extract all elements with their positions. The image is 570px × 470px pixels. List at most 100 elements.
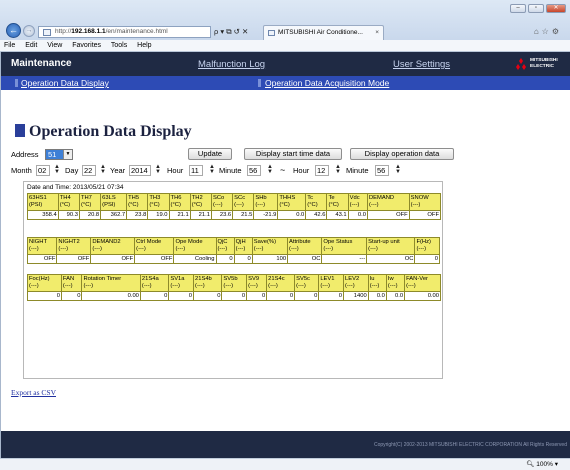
table-cell: 0.0 — [367, 291, 387, 301]
hour-label: Hour — [167, 166, 184, 175]
table-cell: 20.8 — [78, 210, 102, 220]
update-button[interactable]: Update — [188, 148, 232, 160]
malfunction-log-link[interactable]: Malfunction Log — [198, 59, 265, 70]
table-row: 0 0 0.00 0 0 0 0 0 0 0 0 1400 0.0 0.0 0.00 — [27, 291, 441, 301]
menu-edit[interactable]: Edit — [25, 42, 37, 49]
column-header-unit: (---) — [323, 246, 334, 252]
page-title: Operation Data Display — [15, 123, 192, 141]
star-icon[interactable]: ☆ — [542, 27, 552, 36]
gear-icon[interactable]: ⚙ — [552, 27, 562, 36]
display-operation-button[interactable]: Display operation data — [350, 148, 454, 160]
column-header: TH6 (°C) — [168, 193, 191, 211]
logo-text: MITSUBISHI ELECTRIC — [530, 58, 558, 69]
status-bar: 🔍︎ 100% ▾ — [0, 458, 570, 470]
column-header-label: SHb — [255, 195, 267, 201]
column-header-unit: (°C) — [279, 202, 290, 208]
table-cell: 0.0 — [347, 210, 368, 220]
hour-spinner-icon[interactable]: ▲ ▼ — [207, 164, 217, 176]
minute-spinner-icon[interactable]: ▲ ▼ — [265, 164, 275, 176]
title-square-icon — [15, 124, 25, 137]
column-header: Rotation Timer (---) — [81, 274, 141, 292]
forward-icon[interactable]: → — [23, 25, 35, 37]
column-header: SV9 (---) — [246, 274, 268, 292]
operation-table-1: 63HS1 (PSI) TH4 (°C) TH7 (°C) 63LS (PSI) TH5 (°C)… — [27, 193, 442, 220]
column-header-unit: (°C) — [149, 202, 160, 208]
column-header: DEMAND2 (---) — [90, 237, 136, 255]
browser-toolbar-icons: ⌂☆⚙ — [534, 27, 562, 36]
app-footer: Copyright(C) 2002-2013 MITSUBISHI ELECTR… — [1, 431, 570, 458]
table-cell: 0 — [233, 254, 253, 264]
column-header-label: LEV1 — [320, 276, 335, 282]
tab-close-icon[interactable]: × — [375, 26, 379, 40]
table-cell: -21.9 — [253, 210, 279, 220]
hour2-input[interactable]: 12 — [315, 165, 329, 176]
minute2-spinner-icon[interactable]: ▲ ▼ — [393, 164, 403, 176]
back-icon[interactable]: ← — [6, 23, 21, 38]
day-input[interactable]: 22 — [82, 165, 96, 176]
column-header-label: Tc — [307, 195, 314, 201]
acquisition-mode-link[interactable]: Operation Data Acquisition Mode — [265, 78, 389, 88]
table-cell: 0 — [139, 291, 170, 301]
column-header: Iw (---) — [385, 274, 406, 292]
column-header-label: NIGHT — [29, 239, 48, 245]
column-header-unit: (°C) — [191, 202, 203, 208]
column-header-unit: (---) — [268, 283, 278, 289]
menu-file[interactable]: File — [4, 42, 15, 49]
menu-favorites[interactable]: Favorites — [72, 42, 101, 49]
column-header: F(Hz) (---) — [414, 237, 440, 255]
day-spinner-icon[interactable]: ▲ ▼ — [98, 164, 108, 176]
table-cell: OC — [287, 254, 323, 264]
display-start-time-button[interactable]: Display start time data — [244, 148, 342, 160]
browser-tab[interactable]: MITSUBISHI Air Conditione... × — [263, 25, 384, 40]
operation-data-display-link[interactable]: Operation Data Display — [21, 78, 109, 88]
address-select[interactable]: 51 ▼ — [45, 149, 73, 160]
url-host: 192.168.1.1 — [71, 28, 106, 35]
hour2-spinner-icon[interactable]: ▲ ▼ — [333, 164, 343, 176]
table-cell: 0 — [266, 291, 296, 301]
column-header-label: Save(%) — [253, 239, 277, 245]
hour2-label: Hour — [293, 166, 310, 175]
menu-bar: File Edit View Favorites Tools Help — [0, 40, 570, 52]
table-cell: 21.1 — [189, 210, 212, 220]
table-cell: 0.00 — [404, 291, 441, 301]
column-header-label: DEMAND — [368, 195, 395, 201]
column-header-label: TH7 — [80, 195, 92, 201]
column-header-label: TH2 — [191, 195, 203, 201]
column-header-unit: (°C) — [307, 202, 318, 208]
month-input[interactable]: 02 — [36, 165, 50, 176]
column-header: 21S4c (---) — [266, 274, 296, 292]
column-header-unit: (---) — [253, 246, 264, 252]
chevron-down-icon: ▼ — [63, 150, 72, 159]
minute2-input[interactable]: 56 — [375, 165, 389, 176]
column-header-unit: (°C) — [80, 202, 92, 208]
column-header-unit: (---) — [234, 202, 244, 208]
year-spinner-icon[interactable]: ▲ ▼ — [153, 164, 163, 176]
address-bar[interactable]: http://192.168.1.1/en/maintenance.html — [38, 26, 211, 38]
menu-view[interactable]: View — [47, 42, 62, 49]
year-input[interactable]: 2014 — [129, 165, 151, 176]
operation-table-3: Foc(Hz) (---) FAN (---) Rotation Timer (---) 2… — [27, 274, 441, 301]
menu-help[interactable]: Help — [137, 42, 151, 49]
user-settings-link[interactable]: User Settings — [393, 59, 450, 70]
column-header-unit: (---) — [136, 246, 146, 252]
close-icon[interactable]: ✕ — [546, 4, 566, 13]
zoom-control[interactable]: 🔍︎ 100% ▾ — [526, 459, 558, 470]
column-header: Iu (---) — [367, 274, 387, 292]
column-header: Attribute (---) — [287, 237, 323, 255]
month-spinner-icon[interactable]: ▲ ▼ — [52, 164, 62, 176]
export-csv-link[interactable]: Export as CSV — [11, 388, 56, 397]
day-label: Day — [65, 166, 79, 175]
hour-input[interactable]: 11 — [189, 165, 203, 176]
maximize-icon[interactable]: ▫ — [528, 4, 544, 13]
address-tools[interactable]: ρ ▾ ⧉ ↺ ✕ — [214, 26, 248, 37]
tab-page-icon — [268, 30, 275, 36]
column-header: TH7 (°C) — [78, 193, 102, 211]
menu-tools[interactable]: Tools — [111, 42, 127, 49]
minimize-icon[interactable]: – — [510, 4, 526, 13]
minute-input[interactable]: 56 — [247, 165, 261, 176]
minute-label: Minute — [219, 166, 242, 175]
column-header-unit: (°C) — [170, 202, 181, 208]
column-header-unit: (---) — [289, 246, 299, 252]
home-icon[interactable]: ⌂ — [534, 27, 542, 36]
table-cell: --- — [321, 254, 368, 264]
